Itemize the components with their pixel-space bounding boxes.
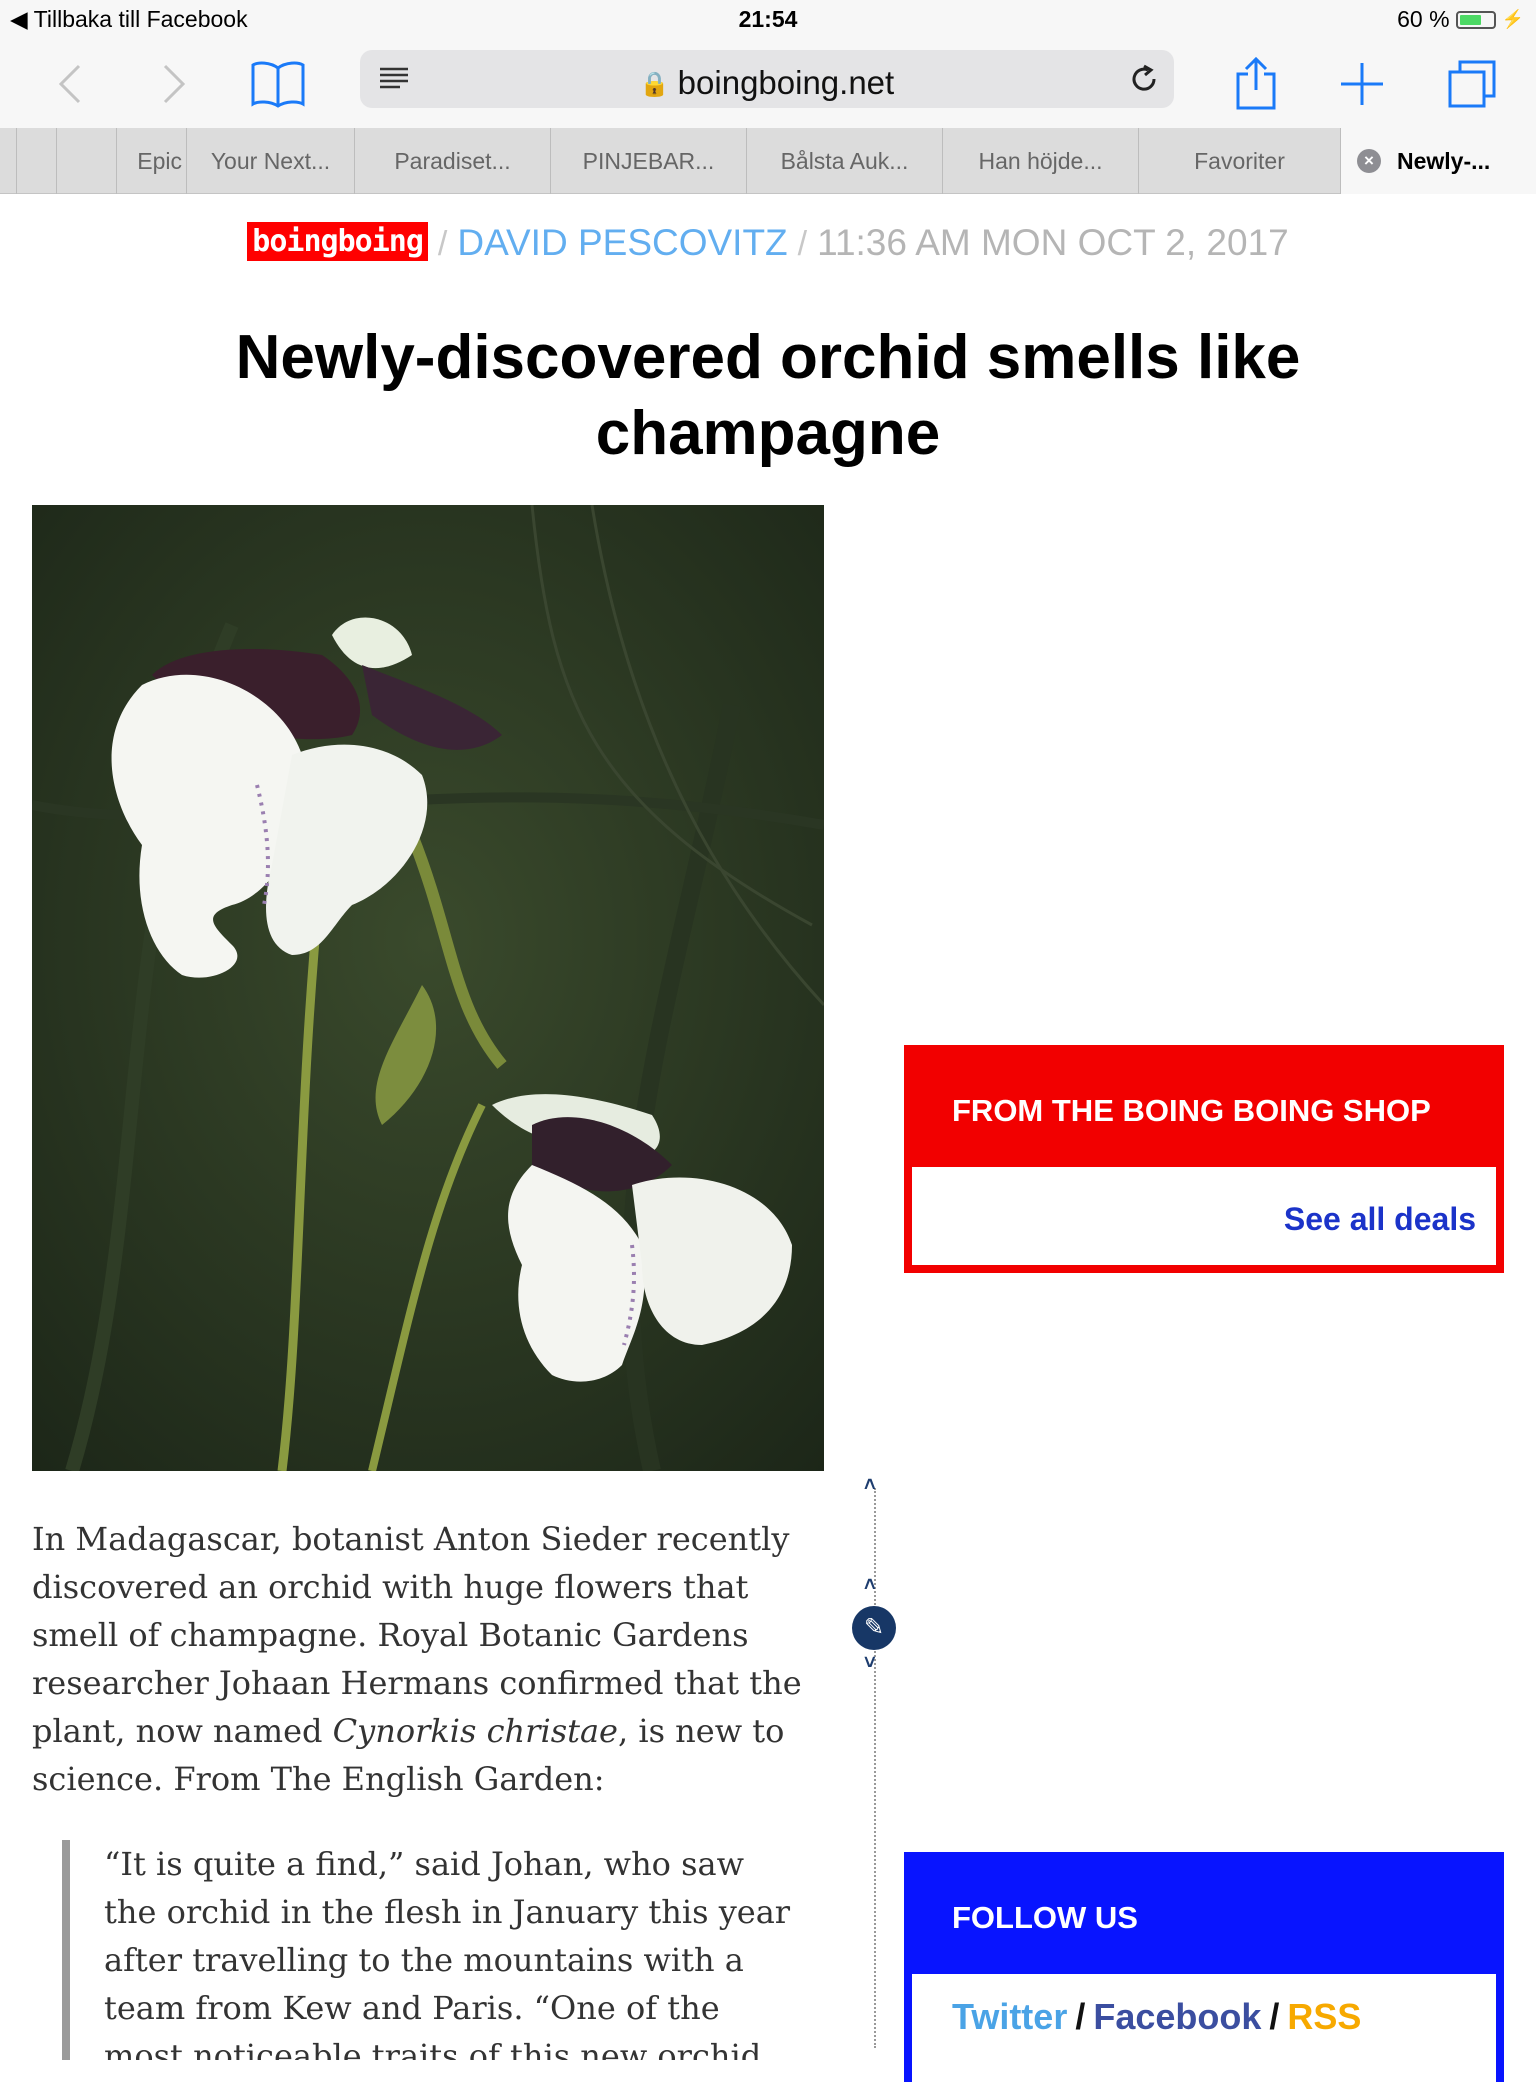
author-link[interactable]: DAVID PESCOVITZ [457, 222, 787, 263]
article-body: In Madagascar, botanist Anton Sieder rec… [32, 1520, 802, 1798]
battery-status: 60 % ⚡ [1397, 6, 1524, 33]
forward-button[interactable] [142, 52, 206, 116]
address-bar[interactable]: 🔒 boingboing.net [360, 50, 1174, 108]
shop-title: FROM THE BOING BOING SHOP [952, 1093, 1431, 1128]
quote-text: “It is quite a find,” said Johan, who sa… [104, 1845, 791, 2060]
clock: 21:54 [738, 6, 798, 32]
new-tab-button[interactable] [1330, 52, 1394, 116]
tab-item[interactable]: Paradiset... [354, 128, 550, 194]
byline: boingboing / DAVID PESCOVITZ/11:36 AM MON … [0, 222, 1536, 264]
tab-item[interactable]: Your Next... [186, 128, 354, 194]
tab-item[interactable]: PINJEBAR... [550, 128, 746, 194]
feather-icon[interactable]: ✎ [852, 1606, 896, 1650]
tab-item[interactable] [16, 128, 56, 194]
tabs-overview-button[interactable] [1440, 52, 1504, 116]
browser-toolbar: 🔒 boingboing.net [0, 40, 1536, 128]
tab-bar: Epic Your Next... Paradiset... PINJEBAR.… [0, 128, 1536, 194]
close-tab-icon[interactable]: × [1357, 149, 1381, 173]
see-all-deals-link[interactable]: See all deals [1284, 1201, 1476, 1238]
tabs-icon [1448, 60, 1496, 108]
site-logo[interactable]: boingboing [247, 222, 428, 261]
chevron-right-icon [163, 64, 186, 104]
shop-widget: FROM THE BOING BOING SHOP See all deals [904, 1045, 1504, 1273]
book-icon [251, 61, 305, 108]
chevron-up-icon[interactable]: ˄ [864, 1574, 876, 1597]
tab-item[interactable]: Favoriter [1138, 128, 1340, 194]
article-headline: Newly-discovered orchid smells like cham… [235, 323, 1301, 468]
reload-icon[interactable] [1128, 63, 1160, 95]
battery-percent: 60 % [1397, 6, 1450, 32]
share-icon [1236, 56, 1276, 110]
tab-item[interactable]: Epic [116, 128, 186, 194]
plus-icon [1341, 63, 1383, 105]
share-button[interactable] [1224, 52, 1288, 116]
blockquote: “It is quite a find,” said Johan, who sa… [62, 1840, 802, 2060]
bookmarks-button[interactable] [246, 52, 310, 116]
tab-item[interactable]: Bålsta Auk... [746, 128, 942, 194]
battery-icon [1455, 10, 1496, 29]
rss-link[interactable]: RSS [1287, 1996, 1361, 2037]
species-name: Cynorkis christae [332, 1712, 618, 1750]
twitter-link[interactable]: Twitter [952, 1996, 1067, 2037]
tab-item-active[interactable]: × Newly-... [1340, 128, 1536, 194]
scroll-track[interactable] [874, 1488, 876, 2048]
back-button[interactable] [38, 52, 102, 116]
tab-item[interactable] [56, 128, 116, 194]
charging-icon: ⚡ [1501, 9, 1524, 29]
follow-title: FOLLOW US [952, 1900, 1138, 1935]
lock-icon: 🔒 [639, 71, 670, 98]
orchid-photo [32, 505, 824, 1471]
chevron-up-icon[interactable]: ˄ [864, 1474, 876, 1497]
url-text[interactable]: boingboing.net [678, 64, 895, 101]
post-date: 11:36 AM MON OCT 2, 2017 [817, 222, 1289, 263]
facebook-link[interactable]: Facebook [1093, 1996, 1261, 2037]
tab-item[interactable]: Han höjde... [942, 128, 1138, 194]
status-bar: ◀ Tillbaka till Facebook 21:54 60 % ⚡ [0, 0, 1536, 40]
chevron-down-icon[interactable]: ˅ [864, 1652, 876, 1675]
chevron-left-icon [58, 64, 81, 104]
